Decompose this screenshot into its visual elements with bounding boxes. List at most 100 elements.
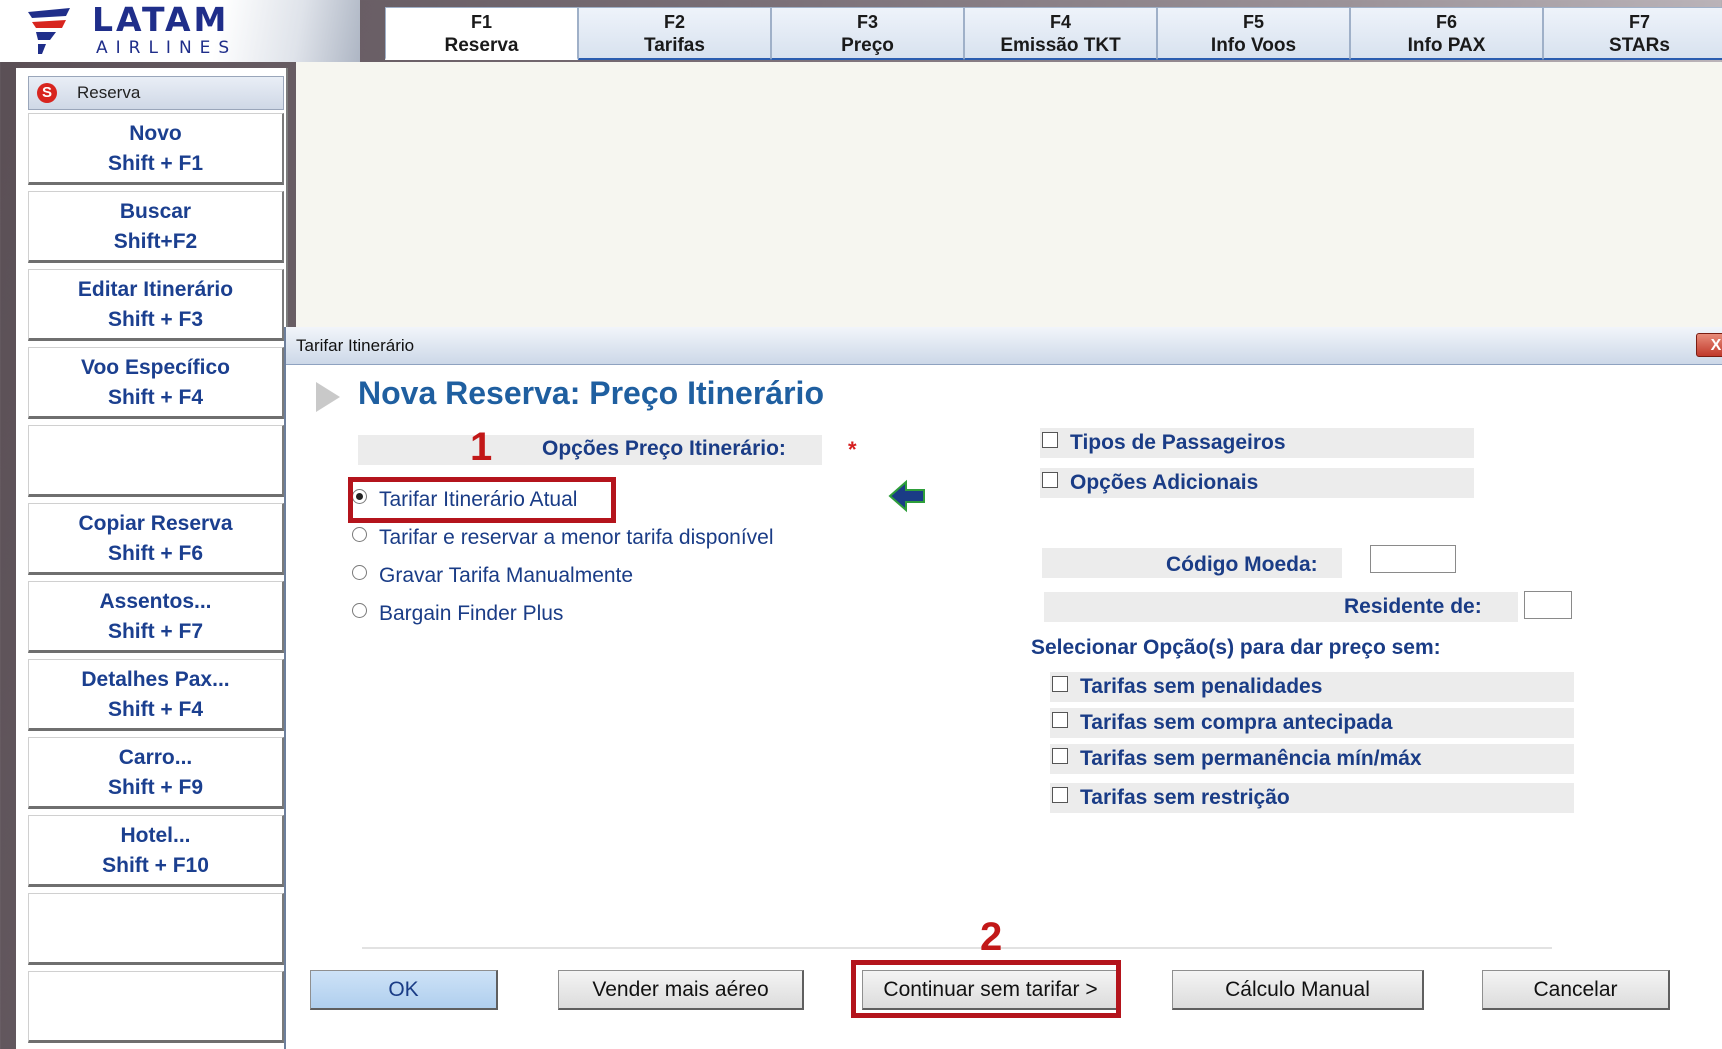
vender-mais-aereo-button[interactable]: Vender mais aéreo bbox=[558, 970, 804, 1010]
options-label: Opções Preço Itinerário: bbox=[542, 437, 786, 460]
empty-button[interactable] bbox=[28, 971, 284, 1043]
detalhes-pax-button[interactable]: Detalhes Pax... Shift + F4 bbox=[28, 659, 284, 731]
sidebar-header: S Reserva bbox=[28, 76, 284, 110]
checkbox[interactable] bbox=[1052, 748, 1068, 765]
back-arrow-icon[interactable] bbox=[888, 479, 928, 513]
button-title: Hotel... bbox=[120, 824, 191, 847]
button-shortcut: Shift + F10 bbox=[102, 854, 209, 877]
tab-label: STARs bbox=[1609, 35, 1670, 56]
sidebar: S Reserva Novo Shift + F1 Buscar Shift+F2 … bbox=[16, 68, 288, 1049]
tab-info-voos[interactable]: F5 Info Voos bbox=[1157, 7, 1350, 60]
checkbox[interactable] bbox=[1042, 432, 1058, 449]
novo-button[interactable]: Novo Shift + F1 bbox=[28, 113, 284, 185]
tab-tarifas[interactable]: F2 Tarifas bbox=[578, 7, 771, 60]
logo-text-bottom: AIRLINES bbox=[96, 38, 238, 58]
button-title: Editar Itinerário bbox=[77, 278, 234, 301]
logo: LATAM AIRLINES bbox=[0, 0, 360, 62]
main-content bbox=[296, 62, 1722, 327]
buscar-button[interactable]: Buscar Shift+F2 bbox=[28, 191, 284, 263]
step-1-annotation: 1 bbox=[470, 425, 493, 469]
tab-key: F2 bbox=[663, 12, 685, 32]
currency-label: Código Moeda: bbox=[1166, 553, 1318, 576]
check-tipos-passageiros[interactable]: Tipos de Passageiros bbox=[1042, 428, 1286, 458]
empty-button[interactable] bbox=[28, 893, 284, 965]
dialog-title: Tarifar Itinerário bbox=[286, 327, 1722, 365]
select-options-label: Selecionar Opção(s) para dar preço sem: bbox=[1031, 636, 1441, 659]
carro-button[interactable]: Carro... Shift + F9 bbox=[28, 737, 284, 809]
tab-key: F1 bbox=[470, 12, 492, 32]
copiar-reserva-button[interactable]: Copiar Reserva Shift + F6 bbox=[28, 503, 284, 575]
highlight-box-step-1 bbox=[348, 477, 616, 523]
resident-input[interactable] bbox=[1524, 591, 1572, 619]
check-label: Tarifas sem permanência mín/máx bbox=[1080, 747, 1422, 770]
check-label: Tarifas sem penalidades bbox=[1080, 675, 1323, 698]
editar-itinerario-button[interactable]: Editar Itinerário Shift + F3 bbox=[28, 269, 284, 341]
tab-preco[interactable]: F3 Preço bbox=[771, 7, 964, 60]
check-label: Tipos de Passageiros bbox=[1070, 431, 1286, 454]
radio-button[interactable] bbox=[352, 564, 367, 580]
calculo-manual-button[interactable]: Cálculo Manual bbox=[1172, 970, 1424, 1010]
button-title: Assentos... bbox=[99, 590, 212, 613]
check-label: Tarifas sem restrição bbox=[1080, 786, 1290, 809]
radio-gravar-tarifa-manual[interactable]: Gravar Tarifa Manualmente bbox=[352, 561, 633, 591]
tab-key: F6 bbox=[1435, 12, 1457, 32]
button-shortcut: Shift + F3 bbox=[107, 308, 204, 331]
tab-key: F3 bbox=[856, 12, 878, 32]
tab-label: Emissão TKT bbox=[1000, 35, 1121, 56]
radio-tarifar-menor-tarifa[interactable]: Tarifar e reservar a menor tarifa dispon… bbox=[352, 523, 774, 553]
sidebar-header-label: Reserva bbox=[77, 83, 141, 102]
check-sem-restricao[interactable]: Tarifas sem restrição bbox=[1052, 783, 1290, 813]
button-shortcut: Shift + F4 bbox=[107, 386, 204, 409]
button-shortcut: Shift + F9 bbox=[107, 776, 204, 799]
check-opcoes-adicionais[interactable]: Opções Adicionais bbox=[1042, 468, 1258, 498]
radio-label: Bargain Finder Plus bbox=[379, 602, 564, 625]
radio-label: Tarifar e reservar a menor tarifa dispon… bbox=[379, 526, 774, 549]
button-title: Copiar Reserva bbox=[78, 512, 233, 535]
heading-arrow-icon bbox=[316, 382, 340, 412]
tab-stars[interactable]: F7 STARs bbox=[1543, 7, 1722, 60]
empty-button[interactable] bbox=[28, 425, 284, 497]
ok-button[interactable]: OK bbox=[310, 970, 498, 1010]
button-shortcut: Shift + F7 bbox=[107, 620, 204, 643]
checkbox[interactable] bbox=[1052, 787, 1068, 804]
divider bbox=[362, 947, 1552, 949]
check-label: Opções Adicionais bbox=[1070, 471, 1259, 494]
button-title: Detalhes Pax... bbox=[81, 668, 230, 691]
tarifar-itinerario-dialog: Tarifar Itinerário X Nova Reserva: Preço… bbox=[284, 327, 1722, 1049]
function-key-tabs: F1 Reserva F2 Tarifas F3 Preço F4 Emissã… bbox=[385, 7, 1722, 62]
check-sem-penalidades[interactable]: Tarifas sem penalidades bbox=[1052, 672, 1322, 702]
currency-input[interactable] bbox=[1370, 545, 1456, 573]
checkbox[interactable] bbox=[1042, 472, 1058, 489]
tab-label: Info PAX bbox=[1407, 35, 1486, 56]
button-shortcut: Shift + F6 bbox=[107, 542, 204, 565]
button-title: Novo bbox=[129, 122, 182, 145]
tab-label: Info Voos bbox=[1210, 35, 1297, 56]
checkbox[interactable] bbox=[1052, 712, 1068, 729]
close-button[interactable]: X bbox=[1696, 333, 1722, 357]
required-marker: * bbox=[848, 437, 857, 462]
tab-emissao-tkt[interactable]: F4 Emissão TKT bbox=[964, 7, 1157, 60]
cancelar-button[interactable]: Cancelar bbox=[1482, 970, 1670, 1010]
radio-button[interactable] bbox=[352, 526, 367, 542]
tab-label: Preço bbox=[841, 35, 894, 56]
button-shortcut: Shift + F4 bbox=[107, 698, 204, 721]
highlight-box-step-2 bbox=[851, 960, 1121, 1018]
hotel-button[interactable]: Hotel... Shift + F10 bbox=[28, 815, 284, 887]
tab-reserva[interactable]: F1 Reserva bbox=[385, 7, 578, 60]
tab-label: Tarifas bbox=[644, 35, 705, 56]
check-sem-permanencia[interactable]: Tarifas sem permanência mín/máx bbox=[1052, 744, 1422, 774]
radio-button[interactable] bbox=[352, 602, 367, 618]
check-label: Tarifas sem compra antecipada bbox=[1080, 711, 1393, 734]
checkbox[interactable] bbox=[1052, 676, 1068, 693]
step-2-annotation: 2 bbox=[980, 915, 1003, 959]
radio-bargain-finder-plus[interactable]: Bargain Finder Plus bbox=[352, 599, 563, 629]
assentos-button[interactable]: Assentos... Shift + F7 bbox=[28, 581, 284, 653]
button-title: Voo Específico bbox=[81, 356, 230, 379]
check-sem-compra-antecipada[interactable]: Tarifas sem compra antecipada bbox=[1052, 708, 1392, 738]
tab-info-pax[interactable]: F6 Info PAX bbox=[1350, 7, 1543, 60]
voo-especifico-button[interactable]: Voo Específico Shift + F4 bbox=[28, 347, 284, 419]
dialog-heading: Nova Reserva: Preço Itinerário bbox=[358, 375, 824, 411]
button-title: Buscar bbox=[119, 200, 192, 223]
button-shortcut: Shift + F1 bbox=[107, 152, 204, 175]
resident-label: Residente de: bbox=[1344, 595, 1482, 618]
